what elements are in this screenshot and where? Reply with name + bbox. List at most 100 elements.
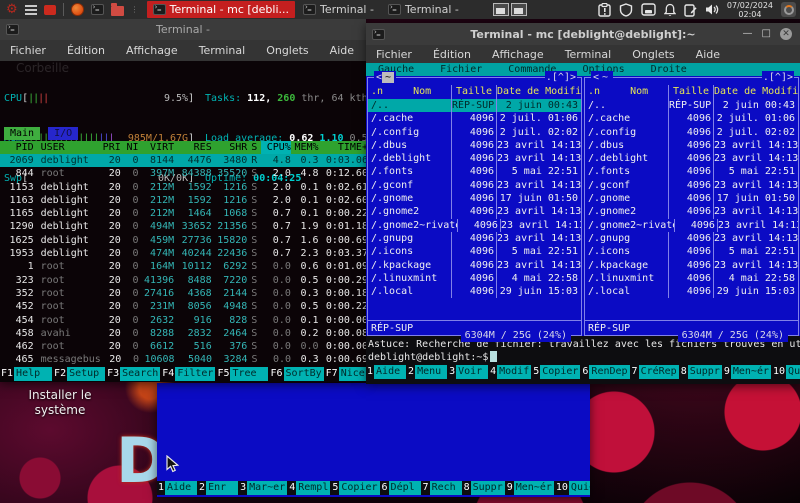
- show-desktop-icon[interactable]: [44, 5, 56, 15]
- workspace-1[interactable]: [493, 3, 509, 16]
- mc-file-row[interactable]: /.fonts40965 mai 22:51: [585, 165, 798, 178]
- desktop-icon-installer-label[interactable]: Installer le système: [6, 388, 114, 418]
- htop-process-row[interactable]: 454root2002632916828S0.00.10:00.00: [0, 314, 366, 327]
- mc-file-row[interactable]: /..RÉP-SUP2 juin 00:43: [368, 99, 581, 112]
- terminal-launcher-icon[interactable]: [91, 4, 104, 15]
- menu-item-onglets[interactable]: Onglets: [632, 48, 674, 61]
- menu-item-edition[interactable]: Édition: [67, 44, 105, 57]
- fkey-f6[interactable]: F6SortBy: [269, 367, 323, 381]
- clipboard-edit-icon[interactable]: [684, 3, 697, 17]
- mc-file-row[interactable]: /.gnupg409623 avril 14:13: [585, 232, 798, 245]
- menu-item-affichage[interactable]: Affichage: [126, 44, 178, 57]
- fkey-3[interactable]: 3Mar~er: [239, 481, 287, 495]
- htop-process-row[interactable]: 352root2002741643682144S0.00.30:00.18: [0, 287, 366, 300]
- mc-file-row[interactable]: /.gnome2409623 avril 14:13: [368, 205, 581, 218]
- bell-icon[interactable]: [664, 3, 676, 17]
- mc-shell-prompt[interactable]: deblight@deblight:~$: [366, 351, 800, 364]
- close-button[interactable]: ✕: [780, 28, 792, 40]
- volume-icon[interactable]: [705, 3, 719, 16]
- fkey-6[interactable]: 6Dépl: [381, 481, 421, 495]
- fkey-9[interactable]: 9Men~ér: [723, 365, 771, 379]
- htop-process-row[interactable]: 1165deblight200212M14641068S0.70.10:00.2…: [0, 207, 366, 220]
- menu-item-aide[interactable]: Aide: [330, 44, 354, 57]
- menu-hamburger-icon[interactable]: [25, 5, 37, 15]
- fkey-2[interactable]: 2Menu: [407, 365, 447, 379]
- htop-process-row[interactable]: 1root200164M101126292S0.00.60:01.09: [0, 260, 366, 273]
- htop-process-row[interactable]: 2069deblight200814444763480R4.80.30:03.0…: [0, 154, 366, 167]
- menu-item-aide[interactable]: Aide: [696, 48, 720, 61]
- htop-col-cpu%[interactable]: CPU%: [261, 141, 291, 154]
- mc-file-row[interactable]: /.deblight409623 avril 14:13: [368, 152, 581, 165]
- menu-item-edition[interactable]: Édition: [433, 48, 471, 61]
- htop-process-row[interactable]: 462root2006612516376S0.00.00:00.00: [0, 340, 366, 353]
- htop-col-shr[interactable]: SHR: [212, 141, 248, 154]
- menu-item-fichier[interactable]: Fichier: [376, 48, 412, 61]
- htop-col-virt[interactable]: VIRT: [139, 141, 175, 154]
- mc-left-panel-path[interactable]: <~: [374, 71, 396, 84]
- tab-io[interactable]: I/O: [48, 127, 78, 140]
- maximize-button[interactable]: □: [762, 29, 771, 39]
- mc-file-row[interactable]: /.gconf409623 avril 14:13: [585, 179, 798, 192]
- menu-item-droite[interactable]: Droite: [651, 63, 687, 76]
- fkey-3[interactable]: 3Voir: [448, 365, 488, 379]
- mc-file-row[interactable]: /.deblight409623 avril 14:13: [585, 152, 798, 165]
- mc-file-row[interactable]: /.gconf409623 avril 14:13: [368, 179, 581, 192]
- fkey-f4[interactable]: F4Filter: [161, 367, 215, 381]
- fkey-1[interactable]: 1Aide: [157, 481, 197, 495]
- taskbar-window-button-2[interactable]: Terminal -: [297, 1, 380, 18]
- fkey-2[interactable]: 2Enr: [198, 481, 238, 495]
- htop-col-pid[interactable]: PID: [0, 141, 34, 154]
- htop-col-res[interactable]: RES: [174, 141, 212, 154]
- fkey-f1[interactable]: F1Help: [0, 367, 52, 381]
- menu-item-terminal[interactable]: Terminal: [199, 44, 246, 57]
- htop-process-row[interactable]: 1290deblight200494M3365221356S0.71.90:01…: [0, 220, 366, 233]
- htop-process-row[interactable]: 844root200397M8438835520S2.04.80:12.60: [0, 167, 366, 180]
- workspace-2[interactable]: [511, 3, 527, 16]
- mc-left-panel-corner[interactable]: .[^]>: [545, 71, 577, 84]
- menu-item-fichier[interactable]: Fichier: [10, 44, 46, 57]
- fkey-9[interactable]: 9Men~ér: [506, 481, 554, 495]
- mc-file-row[interactable]: /.cache40962 juil. 01:06: [368, 112, 581, 125]
- editor-terminal-window[interactable]: 1Aide2Enr3Mar~er4Rempl5Copier6Dépl7Rech8…: [157, 383, 590, 497]
- screen-icon[interactable]: [641, 3, 656, 16]
- fkey-4[interactable]: 4Rempl: [288, 481, 330, 495]
- htop-process-row[interactable]: 1625deblight200459M2773615820S0.71.60:00…: [0, 234, 366, 247]
- fkey-10[interactable]: 10Qui~er: [555, 481, 590, 495]
- htop-process-row[interactable]: 458avahi200828828322464S0.00.20:00.08: [0, 327, 366, 340]
- mc-file-row[interactable]: /.linuxmint40964 mai 22:58: [585, 272, 798, 285]
- mc-file-row[interactable]: /.local409629 juin 15:03: [368, 285, 581, 298]
- fkey-10[interactable]: 10Qui~er: [772, 365, 800, 379]
- fkey-4[interactable]: 4Modif: [489, 365, 531, 379]
- htop-process-row[interactable]: 323root2004139684887220S0.00.50:00.29: [0, 274, 366, 287]
- clock[interactable]: 07/02/202402:04: [727, 1, 773, 19]
- fkey-5[interactable]: 5Copier: [331, 481, 379, 495]
- workspace-switcher[interactable]: [493, 3, 527, 16]
- htop-process-row[interactable]: 465messagebus2001060850403284S0.00.30:00…: [0, 353, 366, 366]
- mc-file-row[interactable]: /.cache40962 juil. 01:06: [585, 112, 798, 125]
- shield-icon[interactable]: [619, 3, 633, 17]
- mc-file-row[interactable]: /.icons40965 mai 22:51: [368, 245, 581, 258]
- menu-item-fichier[interactable]: Fichier: [440, 63, 482, 76]
- fkey-8[interactable]: 8Suppr: [680, 365, 722, 379]
- mc-file-row[interactable]: /.config40962 juil. 02:02: [585, 126, 798, 139]
- mc-file-row[interactable]: /.gnupg409623 avril 14:13: [368, 232, 581, 245]
- right-terminal-titlebar[interactable]: Terminal - mc [deblight@deblight]:~ — □ …: [366, 23, 800, 45]
- taskbar-window-button-1[interactable]: Terminal - mc [debli...: [147, 1, 295, 18]
- mc-file-row[interactable]: /.dbus409623 avril 14:13: [585, 139, 798, 152]
- menu-item-onglets[interactable]: Onglets: [266, 44, 308, 57]
- mc-file-row[interactable]: /.linuxmint40964 mai 22:58: [368, 272, 581, 285]
- mc-file-row[interactable]: /.gnome409617 juin 01:50: [368, 192, 581, 205]
- mc-file-row[interactable]: /.fonts40965 mai 22:51: [368, 165, 581, 178]
- fkey-6[interactable]: 6RenDep: [581, 365, 629, 379]
- fkey-5[interactable]: 5Copier: [532, 365, 580, 379]
- fkey-8[interactable]: 8Suppr: [463, 481, 505, 495]
- htop-col-ni[interactable]: NI: [121, 141, 139, 154]
- file-manager-launcher-icon[interactable]: [111, 6, 124, 16]
- htop-col-mem%[interactable]: MEM%: [291, 141, 319, 154]
- fkey-7[interactable]: 7Rech: [422, 481, 462, 495]
- update-manager-icon[interactable]: [781, 2, 796, 17]
- tab-main[interactable]: Main: [4, 127, 40, 140]
- fkey-1[interactable]: 1Aide: [366, 365, 406, 379]
- taskbar-window-button-3[interactable]: Terminal -: [382, 1, 465, 18]
- mc-file-row[interactable]: /.gnome2~rivate409623 avril 14:13: [585, 219, 798, 232]
